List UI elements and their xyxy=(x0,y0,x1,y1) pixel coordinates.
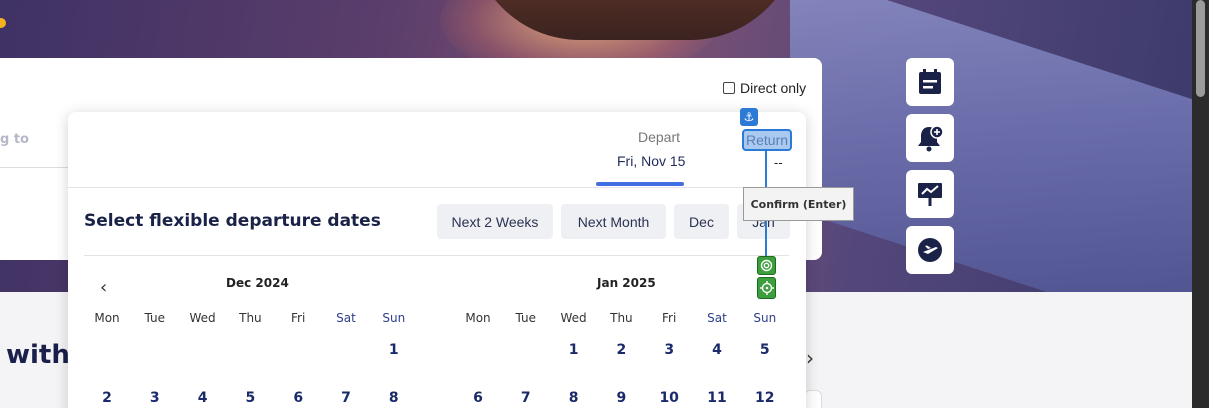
depart-tab-value[interactable]: Fri, Nov 15 xyxy=(617,153,685,169)
calendar-day[interactable]: 3 xyxy=(649,342,689,358)
depart-tab-label[interactable]: Depart xyxy=(638,129,680,145)
target-icon xyxy=(757,256,776,275)
lower-heading: with xyxy=(6,340,70,370)
flex-dates-title: Select flexible departure dates xyxy=(84,211,381,231)
weekday-label: Tue xyxy=(144,311,166,325)
weekday-label: Sun xyxy=(753,311,777,325)
calendar-day[interactable]: 10 xyxy=(649,390,689,406)
confirm-tooltip: Confirm (Enter) xyxy=(743,187,854,221)
month-title-dec: Dec 2024 xyxy=(226,276,289,290)
calendar-day[interactable]: 7 xyxy=(506,390,546,406)
weekday-label: Mon xyxy=(465,311,491,325)
return-tab-value[interactable]: -- xyxy=(774,155,783,170)
calendar-day[interactable]: 1 xyxy=(554,342,594,358)
weekday-label: Wed xyxy=(189,311,216,325)
calendar-day[interactable]: 5 xyxy=(230,390,270,406)
connector-line-top xyxy=(765,151,767,188)
calendar-icon xyxy=(919,69,941,94)
scrollbar[interactable] xyxy=(1192,0,1209,408)
weekday-label: Sat xyxy=(707,311,727,325)
plane-icon xyxy=(918,238,942,262)
side-flight-button[interactable] xyxy=(906,226,954,274)
direct-only-checkbox[interactable]: Direct only xyxy=(723,80,806,96)
hero-wing xyxy=(790,0,1209,292)
chip-next-month[interactable]: Next Month xyxy=(561,204,666,239)
chip-next-2-weeks[interactable]: Next 2 Weeks xyxy=(437,204,553,239)
calendar-day[interactable]: 8 xyxy=(374,390,414,406)
weekday-label: Mon xyxy=(94,311,120,325)
weekday-label: Tue xyxy=(515,311,537,325)
going-to-underline xyxy=(0,167,68,168)
lower-card xyxy=(804,390,822,408)
scrollbar-thumb[interactable] xyxy=(1196,0,1205,97)
chip-dec[interactable]: Dec xyxy=(674,204,729,239)
checkbox-box[interactable] xyxy=(723,82,735,94)
connector-line-bottom xyxy=(765,221,767,257)
weekday-label: Fri xyxy=(662,311,677,325)
calendar-day[interactable]: 4 xyxy=(183,390,223,406)
weekday-label: Thu xyxy=(239,311,262,325)
calendar-day[interactable]: 8 xyxy=(554,390,594,406)
calendar-day[interactable]: 2 xyxy=(87,390,127,406)
anchor-icon: ⚓ xyxy=(740,108,758,126)
date-picker-panel xyxy=(68,112,806,408)
weekday-label: Sun xyxy=(382,311,406,325)
calendar-day[interactable]: 4 xyxy=(697,342,737,358)
calendar-day[interactable]: 11 xyxy=(697,390,737,406)
calendar-day[interactable]: 12 xyxy=(745,390,785,406)
calendar-day[interactable]: 2 xyxy=(601,342,641,358)
bell-add-icon xyxy=(918,125,944,152)
direct-only-label: Direct only xyxy=(740,80,807,96)
calendar-day[interactable]: 1 xyxy=(374,342,414,358)
calendar-day[interactable]: 6 xyxy=(458,390,498,406)
side-calendar-button[interactable] xyxy=(906,58,954,106)
weekday-label: Sat xyxy=(336,311,356,325)
side-trends-button[interactable] xyxy=(906,170,954,218)
calendar-day[interactable]: 6 xyxy=(278,390,318,406)
depart-tab-indicator xyxy=(596,182,684,186)
carousel-next-icon[interactable]: › xyxy=(806,346,814,370)
calendar-day[interactable]: 3 xyxy=(135,390,175,406)
return-tab-label[interactable]: Return xyxy=(742,129,793,151)
weekday-label: Wed xyxy=(560,311,587,325)
going-to-placeholder[interactable]: g to xyxy=(0,132,29,147)
month-title-jan: Jan 2025 xyxy=(597,276,656,290)
billboard-icon xyxy=(918,183,942,206)
prev-month-icon[interactable]: ‹ xyxy=(100,277,107,298)
calendar-day[interactable]: 5 xyxy=(745,342,785,358)
side-price-alert-button[interactable] xyxy=(906,114,954,162)
hero-dot xyxy=(0,18,6,28)
crosshair-icon xyxy=(757,277,776,299)
calendar-day[interactable]: 7 xyxy=(326,390,366,406)
calendar-day[interactable]: 9 xyxy=(601,390,641,406)
weekday-label: Fri xyxy=(291,311,306,325)
weekday-label: Thu xyxy=(610,311,633,325)
panel-divider xyxy=(68,187,806,188)
chips-divider xyxy=(84,255,789,256)
